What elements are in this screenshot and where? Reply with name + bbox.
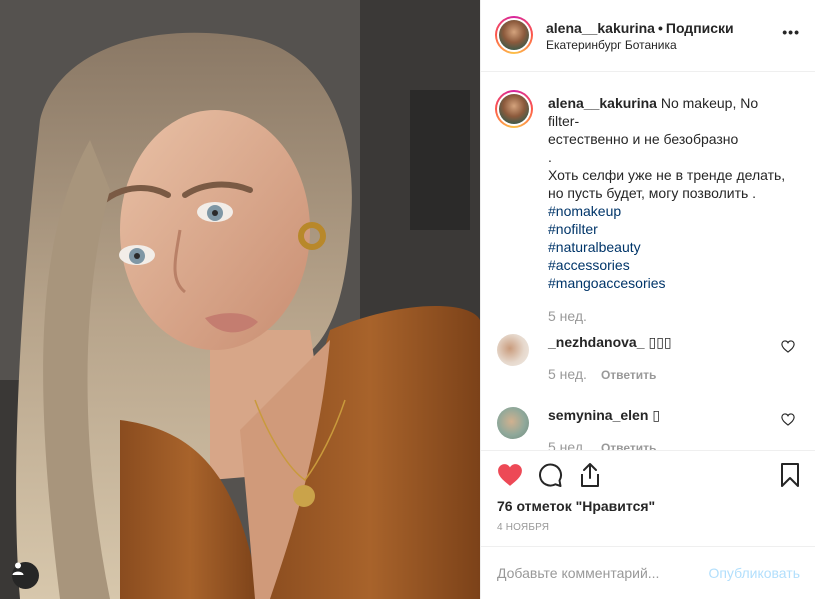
- more-options-icon[interactable]: •••: [782, 24, 800, 40]
- caption-timestamp[interactable]: 5 нед.: [548, 308, 587, 324]
- comment-button[interactable]: [536, 461, 564, 489]
- hashtag-link[interactable]: #accessories: [548, 256, 788, 274]
- add-comment-bar: Опубликовать: [481, 546, 815, 599]
- comment-body: semynina_elen ▯: [548, 407, 660, 424]
- comment-text: ▯▯▯: [648, 334, 672, 350]
- comment-text: ▯: [652, 407, 661, 423]
- location-link[interactable]: Екатеринбург Ботаника: [546, 38, 677, 52]
- comment-bubble-icon: [539, 463, 563, 487]
- commenter-avatar[interactable]: [497, 334, 529, 366]
- header-separator: •: [657, 20, 663, 36]
- share-button[interactable]: [576, 461, 604, 489]
- comment-timestamp[interactable]: 5 нед.: [548, 439, 587, 450]
- instagram-post-modal: alena__kakurina • Подписки Екатеринбург Бо…: [0, 0, 815, 599]
- following-button[interactable]: Подписки: [666, 20, 734, 36]
- comment-like-icon[interactable]: [781, 340, 795, 353]
- post-side-panel: alena__kakurina • Подписки Екатеринбург Бо…: [480, 0, 815, 599]
- save-button[interactable]: [776, 461, 804, 489]
- reply-button[interactable]: Ответить: [601, 441, 656, 450]
- commenter-username-link[interactable]: semynina_elen: [548, 407, 648, 423]
- person-icon: [12, 562, 24, 575]
- reply-button[interactable]: Ответить: [601, 368, 656, 382]
- caption-line: естественно и не безобразно: [548, 131, 739, 147]
- user-tags-button[interactable]: [12, 562, 39, 589]
- caption-avatar-image: [499, 94, 529, 124]
- selfie-illustration: [0, 0, 480, 599]
- post-photo[interactable]: [0, 0, 480, 599]
- caption-line: Хоть селфи уже не в тренде делать, но пу…: [548, 167, 786, 201]
- post-caption: alena__kakurina No makeup, No filter- ес…: [548, 94, 788, 292]
- comment-timestamp[interactable]: 5 нед.: [548, 366, 587, 382]
- comment-meta: 5 нед. Ответить: [548, 366, 656, 382]
- comment-body: _nezhdanova_ ▯▯▯: [548, 334, 672, 351]
- bookmark-icon: [781, 463, 799, 487]
- comment-input[interactable]: [497, 565, 687, 581]
- commenter-avatar[interactable]: [497, 407, 529, 439]
- publish-button[interactable]: Опубликовать: [708, 565, 800, 581]
- author-avatar[interactable]: [495, 16, 533, 54]
- hashtag-link[interactable]: #nomakeup: [548, 202, 788, 220]
- author-avatar-image: [499, 20, 529, 50]
- comments-list[interactable]: alena__kakurina No makeup, No filter- ес…: [481, 72, 815, 450]
- comment-meta: 5 нед. Ответить: [548, 439, 656, 450]
- comment-like-icon[interactable]: [781, 413, 795, 426]
- hashtag-link[interactable]: #nofilter: [548, 220, 788, 238]
- author-username-link[interactable]: alena__kakurina: [546, 20, 655, 36]
- post-date[interactable]: 4 НОЯБРЯ: [497, 522, 549, 533]
- caption-username-link[interactable]: alena__kakurina: [548, 95, 657, 111]
- caption-avatar[interactable]: [495, 90, 533, 128]
- hashtag-link[interactable]: #naturalbeauty: [548, 238, 788, 256]
- hashtag-link[interactable]: #mangoaccesories: [548, 274, 788, 292]
- likes-count[interactable]: 76 отметок "Нравится": [497, 498, 655, 514]
- post-header: alena__kakurina • Подписки Екатеринбург Бо…: [481, 0, 815, 72]
- like-button[interactable]: [496, 461, 524, 489]
- caption-line: .: [548, 149, 552, 165]
- share-icon: [581, 463, 599, 487]
- commenter-username-link[interactable]: _nezhdanova_: [548, 334, 644, 350]
- post-actions: 76 отметок "Нравится" 4 НОЯБРЯ: [481, 450, 815, 546]
- header-username-row: alena__kakurina • Подписки: [546, 20, 734, 36]
- heart-filled-icon: [498, 464, 522, 486]
